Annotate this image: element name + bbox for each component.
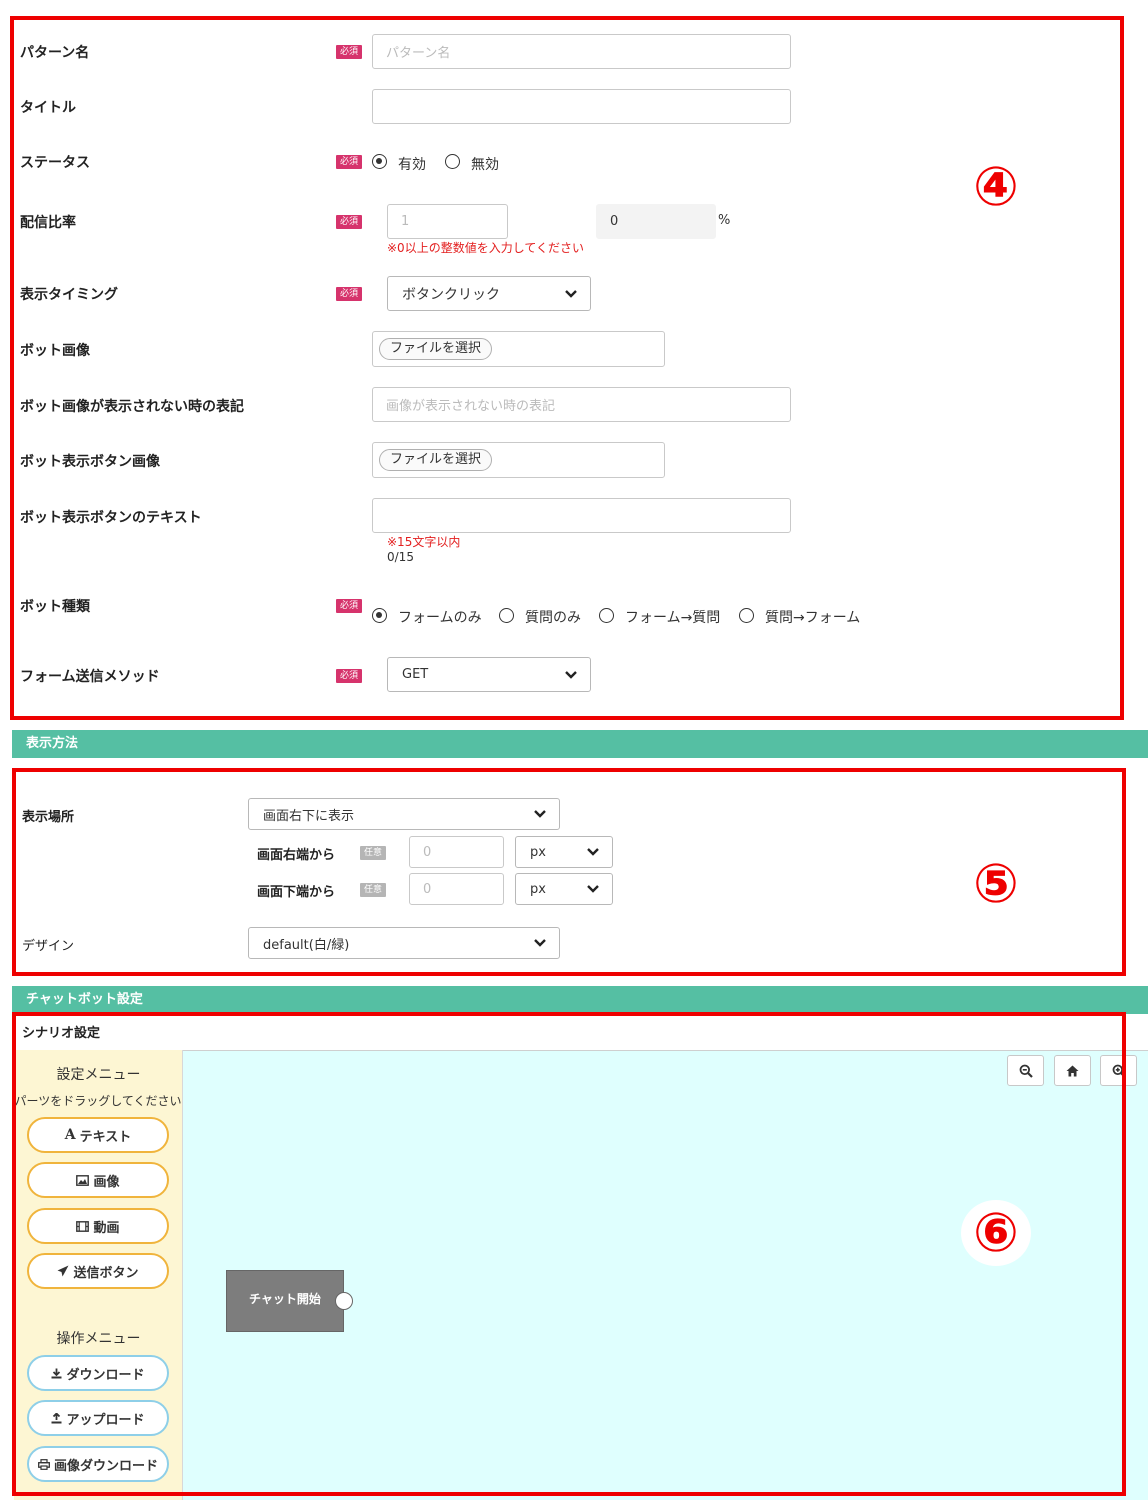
chevron-down-icon [534, 810, 546, 818]
design-value: default(白/緑) [263, 937, 350, 953]
display-timing-select[interactable]: ボタンクリック [387, 276, 591, 311]
display-section-header: 表示方法 [12, 730, 1148, 758]
bot-type-option-question-only: 質問のみ [525, 610, 581, 626]
display-timing-label: 表示タイミング [20, 287, 118, 303]
status-option-disabled: 無効 [471, 157, 499, 173]
display-location-value: 画面右下に表示 [263, 808, 355, 824]
distribution-ratio-hint: ※0以上の整数値を入力してください [387, 241, 584, 255]
required-badge: 必須 [336, 669, 362, 683]
bot-image-label: ボット画像 [20, 343, 90, 359]
bot-button-image-file-button[interactable]: ファイルを選択 [379, 449, 493, 471]
optional-badge: 任意 [360, 846, 386, 860]
display-location-label: 表示場所 [22, 810, 75, 825]
chevron-down-icon [565, 670, 577, 679]
form-method-label: フォーム送信メソッド [20, 669, 160, 685]
pattern-name-input[interactable]: パターン名 [372, 34, 791, 69]
required-badge: 必須 [336, 287, 362, 301]
status-label: ステータス [20, 155, 90, 171]
from-right-unit-select[interactable]: px [515, 836, 613, 868]
required-badge: 必須 [336, 599, 362, 613]
chevron-down-icon [534, 939, 546, 947]
bot-button-text-label: ボット表示ボタンのテキスト [20, 510, 202, 526]
annotation-box-6 [12, 1012, 1126, 1496]
bot-image-file-button[interactable]: ファイルを選択 [379, 338, 493, 360]
distribution-ratio-label: 配信比率 [20, 215, 76, 231]
bot-type-option-form-only: フォームのみ [398, 610, 482, 626]
pattern-name-label: パターン名 [20, 45, 90, 61]
annotation-marker-5: ⑤ [973, 852, 1019, 915]
distribution-ratio-input[interactable]: 1 [387, 204, 508, 239]
status-radio-disabled[interactable] [445, 154, 460, 169]
bot-button-text-input[interactable] [372, 498, 791, 533]
from-bottom-unit-select[interactable]: px [515, 873, 613, 905]
from-bottom-input[interactable]: 0 [409, 873, 504, 905]
from-bottom-unit-value: px [530, 881, 546, 897]
design-select[interactable]: default(白/緑) [248, 927, 560, 959]
title-input[interactable] [372, 89, 791, 124]
bot-type-radio-question-form[interactable] [739, 608, 754, 623]
required-badge: 必須 [336, 155, 362, 169]
status-radio-enabled[interactable] [372, 154, 387, 169]
bot-type-option-question-form: 質問→フォーム [765, 610, 861, 626]
from-bottom-label: 画面下端から [257, 885, 336, 900]
annotation-marker-4: ④ [973, 155, 1019, 218]
status-option-enabled: 有効 [398, 157, 426, 173]
bot-image-alt-label: ボット画像が表示されない時の表記 [20, 399, 244, 415]
percent-unit: % [718, 213, 731, 228]
bot-type-label: ボット種類 [20, 599, 90, 615]
required-badge: 必須 [336, 215, 362, 229]
bot-type-option-form-question: フォーム→質問 [625, 610, 721, 626]
annotation-marker-6: ⑥ [973, 1201, 1019, 1264]
chevron-down-icon [587, 848, 599, 856]
bot-button-text-hint: ※15文字以内 [387, 535, 461, 549]
display-timing-value: ボタンクリック [402, 286, 500, 303]
bot-type-radio-question-only[interactable] [499, 608, 514, 623]
chatbot-section-header: チャットボット設定 [12, 986, 1148, 1014]
bot-image-alt-input[interactable]: 画像が表示されない時の表記 [372, 387, 791, 422]
form-method-select[interactable]: GET [387, 657, 591, 692]
optional-badge: 任意 [360, 883, 386, 897]
from-right-input[interactable]: 0 [409, 836, 504, 868]
from-right-unit-value: px [530, 844, 546, 860]
design-label: デザイン [22, 939, 75, 954]
title-label: タイトル [20, 100, 76, 116]
bot-button-text-counter: 0/15 [387, 550, 414, 564]
form-method-value: GET [402, 667, 429, 682]
distribution-ratio-computed: 0 [596, 204, 716, 239]
annotation-box-5 [12, 768, 1126, 976]
chevron-down-icon [565, 289, 577, 298]
required-badge: 必須 [336, 45, 362, 59]
bot-button-image-label: ボット表示ボタン画像 [20, 454, 160, 470]
bot-type-radio-form-question[interactable] [599, 608, 614, 623]
bot-type-radio-form-only[interactable] [372, 608, 387, 623]
from-right-label: 画面右端から [257, 848, 336, 863]
chevron-down-icon [587, 885, 599, 893]
display-location-select[interactable]: 画面右下に表示 [248, 798, 560, 830]
